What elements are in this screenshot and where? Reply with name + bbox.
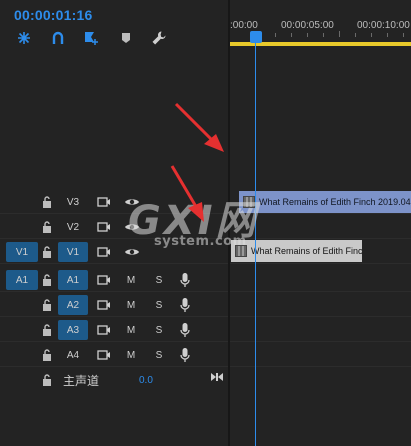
mute-button[interactable]: M [124, 320, 138, 340]
solo-button[interactable]: S [152, 270, 166, 290]
timeline-lane-a3[interactable] [230, 318, 411, 342]
clip-v1[interactable]: What Remains of Edith Finch [231, 240, 362, 262]
ruler-tick [403, 33, 404, 37]
solo-button[interactable]: S [152, 320, 166, 340]
eye-icon[interactable] [124, 196, 140, 208]
ruler-label: 00:00:05:00 [281, 20, 334, 31]
track-name-a3[interactable]: A3 [58, 320, 88, 340]
track-name-v1[interactable]: V1 [58, 242, 88, 262]
lock-icon[interactable] [42, 324, 52, 336]
track-header-a3: A3 M S [0, 318, 228, 342]
playhead-handle[interactable] [250, 31, 262, 43]
source-patch-v1[interactable]: V1 [6, 242, 38, 262]
sync-lock-icon[interactable] [97, 324, 111, 336]
linked-selection-icon[interactable] [50, 30, 66, 46]
sync-lock-icon[interactable] [97, 349, 111, 361]
lock-icon[interactable] [42, 274, 52, 286]
track-name-v3[interactable]: V3 [58, 192, 88, 212]
clip-label: What Remains of Edith Finch [251, 246, 362, 256]
go-to-end-icon[interactable] [210, 372, 224, 382]
track-header-v1: V1 V1 [0, 240, 228, 264]
ruler-tick [387, 33, 388, 37]
source-patch-a1[interactable]: A1 [6, 270, 38, 290]
lock-icon[interactable] [42, 299, 52, 311]
ruler-label: 00:00:10:00 [357, 20, 410, 31]
mute-button[interactable]: M [124, 345, 138, 365]
ruler-tick [307, 33, 308, 37]
sync-lock-icon[interactable] [97, 221, 111, 233]
sync-lock-icon[interactable] [97, 196, 111, 208]
sync-lock-icon[interactable] [97, 274, 111, 286]
lock-icon[interactable] [42, 374, 52, 386]
sync-lock-icon[interactable] [97, 299, 111, 311]
annotation-arrow-icon [174, 102, 224, 152]
master-track-label: 主声道 [63, 374, 100, 388]
timeline-lane-a4[interactable] [230, 343, 411, 367]
ruler-tick [339, 31, 340, 37]
track-header-a2: A2 M S [0, 293, 228, 317]
ruler-tick [371, 33, 372, 37]
annotation-arrow-icon [170, 165, 204, 222]
ruler-label: :00:00 [230, 20, 258, 31]
track-header-a1: A1 A1 M S [0, 268, 228, 292]
lock-icon[interactable] [42, 221, 52, 233]
mute-button[interactable]: M [124, 270, 138, 290]
track-header-a4: A4 M S [0, 343, 228, 367]
fx-badge-icon [235, 245, 247, 257]
lock-icon[interactable] [42, 349, 52, 361]
clip-label: What Remains of Edith Finch 2019.04.0 [259, 197, 411, 207]
add-marker-icon[interactable] [84, 30, 100, 46]
ruler-tick [355, 33, 356, 37]
microphone-icon[interactable] [179, 297, 191, 313]
clip-v3[interactable]: What Remains of Edith Finch 2019.04.0 [239, 191, 411, 213]
ruler-tick [323, 33, 324, 37]
lock-icon[interactable] [42, 196, 52, 208]
microphone-icon[interactable] [179, 347, 191, 363]
master-volume-value[interactable]: 0.0 [139, 375, 153, 386]
microphone-icon[interactable] [179, 322, 191, 338]
playhead-line[interactable] [255, 43, 256, 446]
solo-button[interactable]: S [152, 345, 166, 365]
eye-icon[interactable] [124, 246, 140, 258]
solo-button[interactable]: S [152, 295, 166, 315]
timeline-lane-a2[interactable] [230, 293, 411, 317]
microphone-icon[interactable] [179, 272, 191, 288]
timecode-display[interactable]: 00:00:01:16 [14, 7, 92, 23]
mute-button[interactable]: M [124, 295, 138, 315]
wrench-icon[interactable] [151, 30, 167, 46]
ruler-tick [291, 33, 292, 37]
sync-lock-icon[interactable] [97, 246, 111, 258]
lock-icon[interactable] [42, 246, 52, 258]
track-name-a2[interactable]: A2 [58, 295, 88, 315]
eye-icon[interactable] [124, 221, 140, 233]
timeline-lane-v2[interactable] [230, 215, 411, 239]
track-name-a4[interactable]: A4 [58, 345, 88, 365]
ruler-tick [275, 33, 276, 37]
timeline-lane-a1[interactable] [230, 268, 411, 292]
marker-icon[interactable] [118, 30, 134, 46]
snap-icon[interactable] [16, 30, 32, 46]
fx-badge-icon [243, 196, 255, 208]
track-name-v2[interactable]: V2 [58, 217, 88, 237]
track-name-a1[interactable]: A1 [58, 270, 88, 290]
